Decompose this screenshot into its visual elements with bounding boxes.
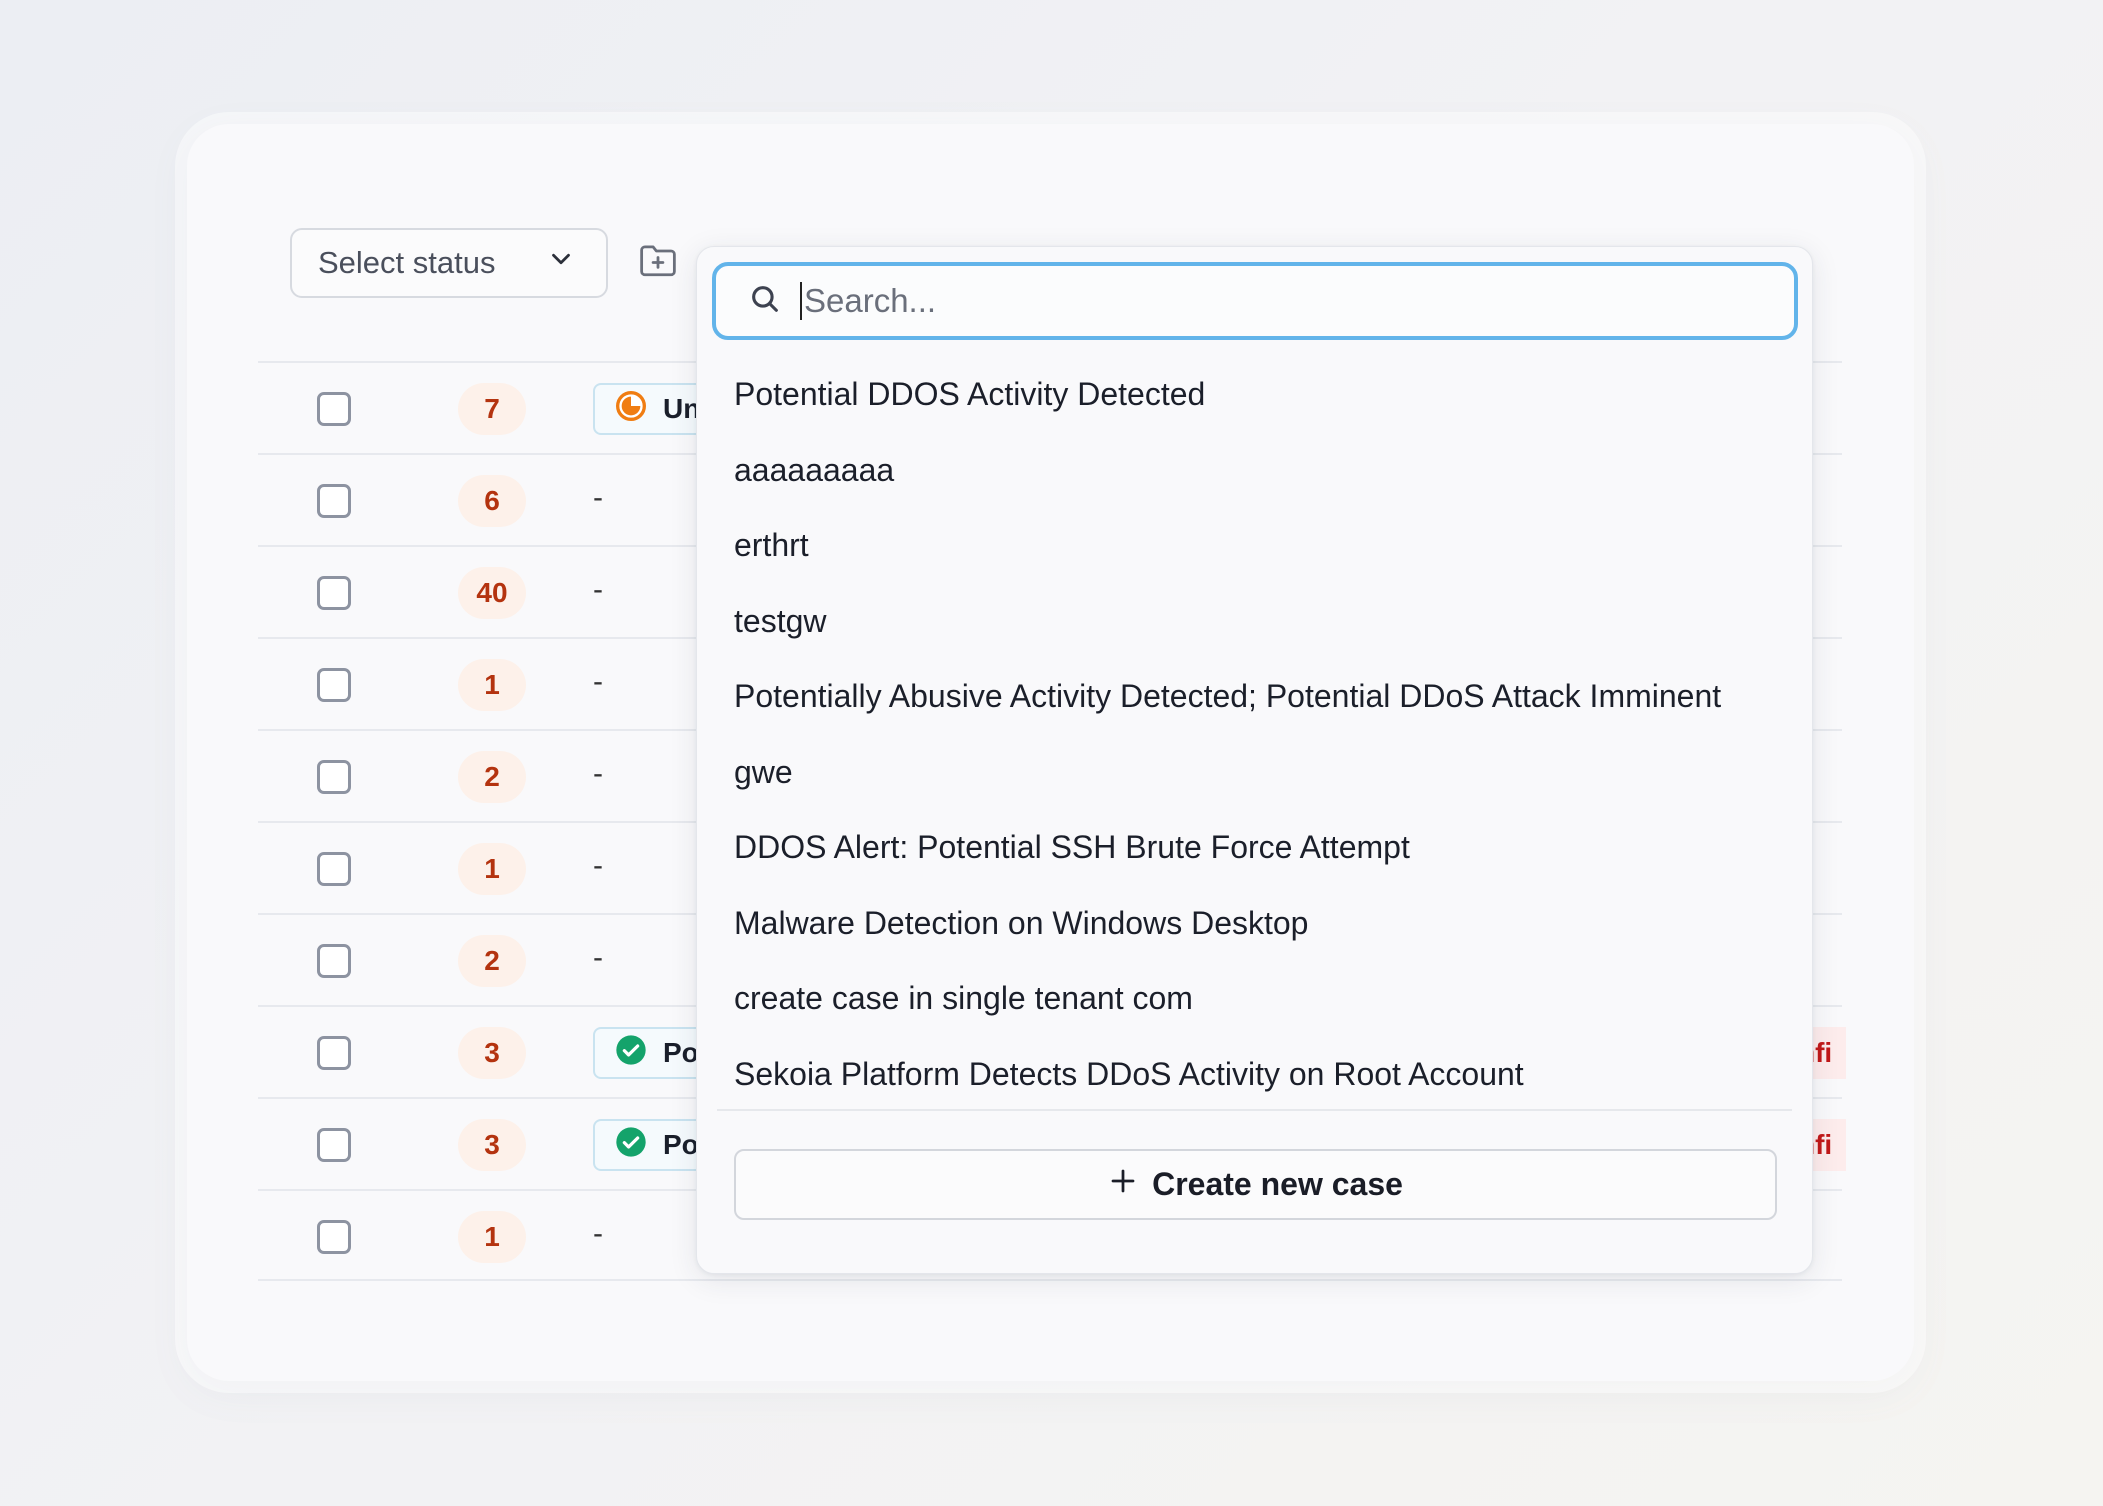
row-checkbox[interactable] bbox=[317, 668, 351, 702]
alert-count-badge: 40 bbox=[458, 567, 526, 619]
case-status-empty: - bbox=[593, 665, 603, 698]
case-option[interactable]: aaaaaaaaa bbox=[697, 433, 1812, 509]
add-to-case-button[interactable] bbox=[636, 242, 680, 282]
case-option[interactable]: Sekoia Platform Detects DDoS Activity on… bbox=[697, 1037, 1812, 1113]
check-circle-icon bbox=[615, 1034, 647, 1073]
half-circle-icon bbox=[615, 390, 647, 429]
case-status-empty: - bbox=[593, 573, 603, 606]
case-option[interactable]: gwe bbox=[697, 735, 1812, 811]
case-option[interactable]: Malware Detection on Windows Desktop bbox=[697, 886, 1812, 962]
status-select[interactable]: Select status bbox=[290, 228, 608, 298]
row-checkbox[interactable] bbox=[317, 392, 351, 426]
check-circle-icon bbox=[615, 1126, 647, 1165]
alert-count-badge: 3 bbox=[458, 1027, 526, 1079]
case-status-label: Po bbox=[663, 1037, 699, 1068]
case-option[interactable]: erthrt bbox=[697, 508, 1812, 584]
alert-count-badge: 2 bbox=[458, 935, 526, 987]
row-checkbox[interactable] bbox=[317, 1128, 351, 1162]
alert-count-badge: 1 bbox=[458, 1211, 526, 1263]
alert-count-badge: 1 bbox=[458, 843, 526, 895]
alert-count-badge: 7 bbox=[458, 383, 526, 435]
search-input[interactable] bbox=[804, 282, 1704, 320]
create-new-case-button[interactable]: Create new case bbox=[734, 1149, 1777, 1220]
search-icon bbox=[748, 282, 782, 321]
alert-count-badge: 2 bbox=[458, 751, 526, 803]
case-status-empty: - bbox=[593, 757, 603, 790]
divider bbox=[717, 1109, 1792, 1111]
row-checkbox[interactable] bbox=[317, 760, 351, 794]
case-status-empty: - bbox=[593, 941, 603, 974]
case-option[interactable]: Potential DDOS Activity Detected bbox=[697, 357, 1812, 433]
case-option[interactable]: create case in single tenant com bbox=[697, 961, 1812, 1037]
plus-icon bbox=[1108, 1166, 1138, 1204]
row-checkbox[interactable] bbox=[317, 852, 351, 886]
case-status-empty: - bbox=[593, 481, 603, 514]
case-dropdown: Potential DDOS Activity Detectedaaaaaaaa… bbox=[696, 246, 1813, 1274]
create-new-case-label: Create new case bbox=[1152, 1166, 1403, 1202]
row-checkbox[interactable] bbox=[317, 1036, 351, 1070]
folder-plus-icon bbox=[638, 242, 678, 283]
status-select-placeholder: Select status bbox=[318, 245, 496, 280]
case-option[interactable]: testgw bbox=[697, 584, 1812, 660]
row-checkbox[interactable] bbox=[317, 944, 351, 978]
search-field[interactable] bbox=[712, 262, 1798, 340]
case-status-empty: - bbox=[593, 1217, 603, 1250]
case-options-list: Potential DDOS Activity Detected aaaaaaaa… bbox=[697, 357, 1812, 1112]
case-option[interactable]: DDOS Alert: Potential SSH Brute Force At… bbox=[697, 810, 1812, 886]
alert-count-badge: 6 bbox=[458, 475, 526, 527]
chevron-down-icon bbox=[546, 244, 576, 282]
alert-count-badge: 1 bbox=[458, 659, 526, 711]
case-status-label: Po bbox=[663, 1129, 699, 1160]
row-checkbox[interactable] bbox=[317, 1220, 351, 1254]
case-status-label: Un bbox=[663, 393, 701, 424]
text-cursor bbox=[800, 282, 802, 320]
row-checkbox[interactable] bbox=[317, 576, 351, 610]
row-checkbox[interactable] bbox=[317, 484, 351, 518]
case-status-empty: - bbox=[593, 849, 603, 882]
alert-count-badge: 3 bbox=[458, 1119, 526, 1171]
case-option[interactable]: Potentially Abusive Activity Detected; P… bbox=[697, 659, 1812, 735]
